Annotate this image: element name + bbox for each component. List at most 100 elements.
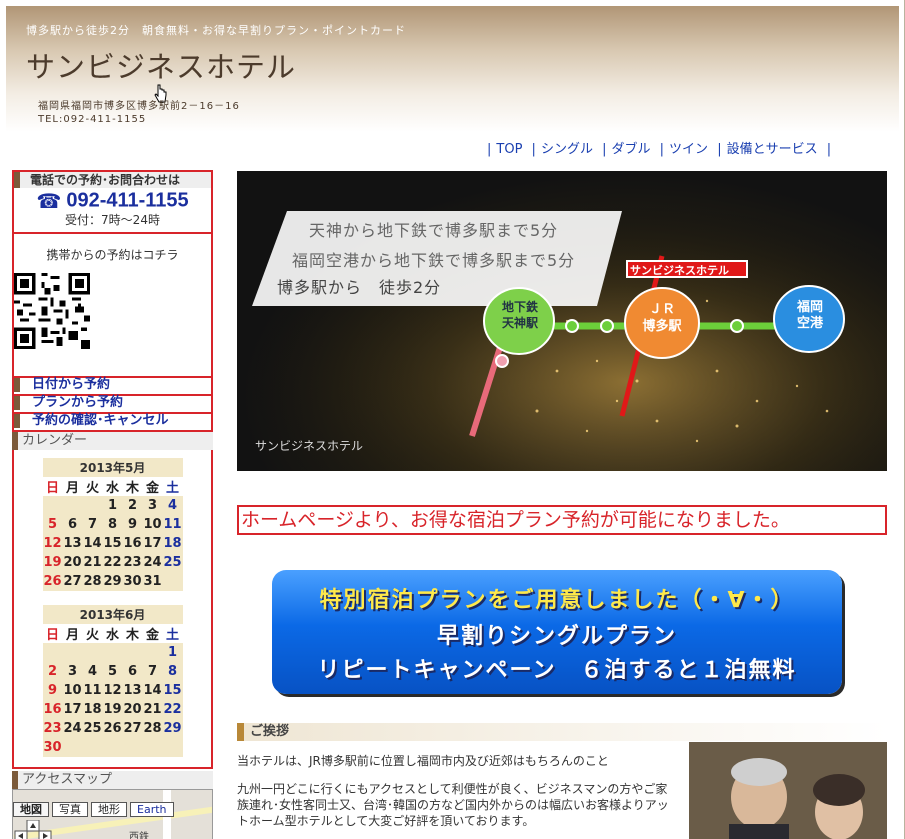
map-tab-earth[interactable]: Earth <box>130 802 174 817</box>
nav-twin[interactable]: ツイン <box>669 142 708 157</box>
map-pan-control-icon[interactable] <box>13 820 55 839</box>
calendar-day[interactable]: 24 <box>62 719 83 738</box>
calendar-weekday: 月 <box>62 477 83 496</box>
nav-double[interactable]: ダブル <box>611 142 650 157</box>
calendar-day[interactable]: 10 <box>142 515 163 534</box>
calendar-day[interactable]: 11 <box>162 515 183 534</box>
calendar-day[interactable]: 17 <box>62 700 83 719</box>
calendar-day[interactable]: 8 <box>162 662 183 681</box>
calendar-day[interactable]: 8 <box>102 515 123 534</box>
calendar-day[interactable]: 5 <box>102 662 123 681</box>
calendar-day[interactable]: 12 <box>102 681 123 700</box>
calendar-day[interactable]: 16 <box>42 700 63 719</box>
sidebar-link-confirm-box: 予約の確認･キャンセル <box>12 414 213 432</box>
calendar-day[interactable]: 20 <box>122 700 143 719</box>
access-map[interactable]: 地図 写真 地形 Earth 西鉄 博多 <box>12 789 213 839</box>
nav-facilities[interactable]: 設備とサービス <box>727 142 818 157</box>
calendar-day[interactable]: 2 <box>122 496 143 515</box>
calendar-day[interactable]: 15 <box>102 534 123 553</box>
qr-code-icon[interactable] <box>14 273 90 349</box>
calendar-day[interactable]: 28 <box>82 572 103 591</box>
promo-headline: 特別宿泊プランをご用意しました（・∀・） <box>319 588 795 613</box>
calendar-day[interactable]: 22 <box>162 700 183 719</box>
calendar-day[interactable]: 17 <box>142 534 163 553</box>
nav-top[interactable]: TOP <box>496 142 522 157</box>
calendar-day[interactable]: 1 <box>102 496 123 515</box>
calendar-day[interactable]: 13 <box>122 681 143 700</box>
reserve-by-plan-link[interactable]: プランから予約 <box>14 396 211 410</box>
staff-photo <box>689 742 887 839</box>
calendar-day[interactable]: 28 <box>142 719 163 738</box>
special-plan-banner[interactable]: 特別宿泊プランをご用意しました（・∀・） 早割りシングルプラン リピートキャンペ… <box>272 570 842 694</box>
calendar-weekday: 金 <box>142 477 163 496</box>
calendar-weekday: 水 <box>102 477 123 496</box>
calendar-section: 2013年5月日月火水木金土 1 2 3 4 5 6 7 8 9 10 11 12 13 14 15 16 17 1… <box>12 450 213 769</box>
calendar-day[interactable]: 7 <box>142 662 163 681</box>
calendar-day[interactable]: 22 <box>102 553 123 572</box>
calendar-weekday: 日 <box>42 624 63 643</box>
calendar-day[interactable]: 18 <box>82 700 103 719</box>
calendar-day[interactable]: 3 <box>62 662 83 681</box>
calendar-day[interactable]: 2 <box>42 662 63 681</box>
calendar-day[interactable]: 23 <box>122 553 143 572</box>
calendar-day[interactable]: 30 <box>122 572 143 591</box>
calendar-day[interactable]: 14 <box>142 681 163 700</box>
calendar-day[interactable]: 29 <box>162 719 183 738</box>
calendar-day[interactable]: 3 <box>142 496 163 515</box>
calendar-weekday: 土 <box>162 624 183 643</box>
calendar-day[interactable]: 23 <box>42 719 63 738</box>
calendar-day[interactable]: 21 <box>82 553 103 572</box>
calendar-day[interactable]: 11 <box>82 681 103 700</box>
calendar-day[interactable]: 16 <box>122 534 143 553</box>
calendar-day[interactable]: 26 <box>102 719 123 738</box>
calendar-day[interactable]: 27 <box>62 572 83 591</box>
calendar-day[interactable]: 21 <box>142 700 163 719</box>
calendar-caption: 2013年6月 <box>42 605 183 624</box>
map-type-tabs: 地図 写真 地形 Earth <box>13 802 174 817</box>
calendar-day[interactable]: 27 <box>122 719 143 738</box>
calendar-day[interactable]: 19 <box>102 700 123 719</box>
phone-hours: 受付：7時～24時 <box>65 213 160 227</box>
map-tab-terrain[interactable]: 地形 <box>91 802 127 817</box>
calendar-title: カレンダー <box>12 432 213 450</box>
calendar-day[interactable]: 18 <box>162 534 183 553</box>
calendar-day[interactable]: 13 <box>62 534 83 553</box>
calendar-day[interactable]: 6 <box>122 662 143 681</box>
calendar-day[interactable]: 7 <box>82 515 103 534</box>
calendar-day[interactable]: 20 <box>62 553 83 572</box>
site-title-link[interactable]: サンビジネスホテル <box>26 44 296 86</box>
calendar-weekday: 木 <box>122 624 143 643</box>
calendar-day[interactable]: 31 <box>142 572 163 591</box>
calendar-day[interactable]: 10 <box>62 681 83 700</box>
calendar-day[interactable]: 14 <box>82 534 103 553</box>
phone-box-title: 電話での予約･お問合わせは <box>14 172 211 188</box>
calendar-day[interactable]: 19 <box>42 553 63 572</box>
calendar-day[interactable]: 12 <box>42 534 63 553</box>
sidebar: 電話での予約･お問合わせは ☎ 092-411-1155 受付：7時～24時 携… <box>12 170 213 839</box>
banner-line-3: 博多駅から 徒歩2分 <box>277 278 442 297</box>
map-tab-map[interactable]: 地図 <box>13 802 49 817</box>
calendar-day[interactable]: 30 <box>42 738 63 757</box>
calendar-day[interactable]: 26 <box>42 572 63 591</box>
calendar-day[interactable]: 4 <box>82 662 103 681</box>
map-label: 西鉄 <box>129 832 149 839</box>
calendar-weekday: 土 <box>162 477 183 496</box>
calendar-day[interactable]: 9 <box>122 515 143 534</box>
calendar-day[interactable]: 29 <box>102 572 123 591</box>
calendar-day[interactable]: 4 <box>162 496 183 515</box>
calendar-day[interactable]: 24 <box>142 553 163 572</box>
calendar-day[interactable]: 1 <box>162 643 183 662</box>
confirm-cancel-link[interactable]: 予約の確認･キャンセル <box>14 414 211 428</box>
calendar-day[interactable]: 25 <box>82 719 103 738</box>
calendar-day[interactable]: 9 <box>42 681 63 700</box>
nav-single[interactable]: シングル <box>541 142 593 157</box>
calendar-day[interactable]: 15 <box>162 681 183 700</box>
calendar-day[interactable]: 25 <box>162 553 183 572</box>
calendar-day[interactable]: 5 <box>42 515 63 534</box>
calendar-day[interactable]: 6 <box>62 515 83 534</box>
map-tab-photo[interactable]: 写真 <box>52 802 88 817</box>
promo-early-plan: 早割りシングルプラン <box>436 624 677 649</box>
access-map-title: アクセスマップ <box>12 771 213 789</box>
reserve-by-date-link[interactable]: 日付から予約 <box>14 378 211 392</box>
calendar-weekday: 金 <box>142 624 163 643</box>
